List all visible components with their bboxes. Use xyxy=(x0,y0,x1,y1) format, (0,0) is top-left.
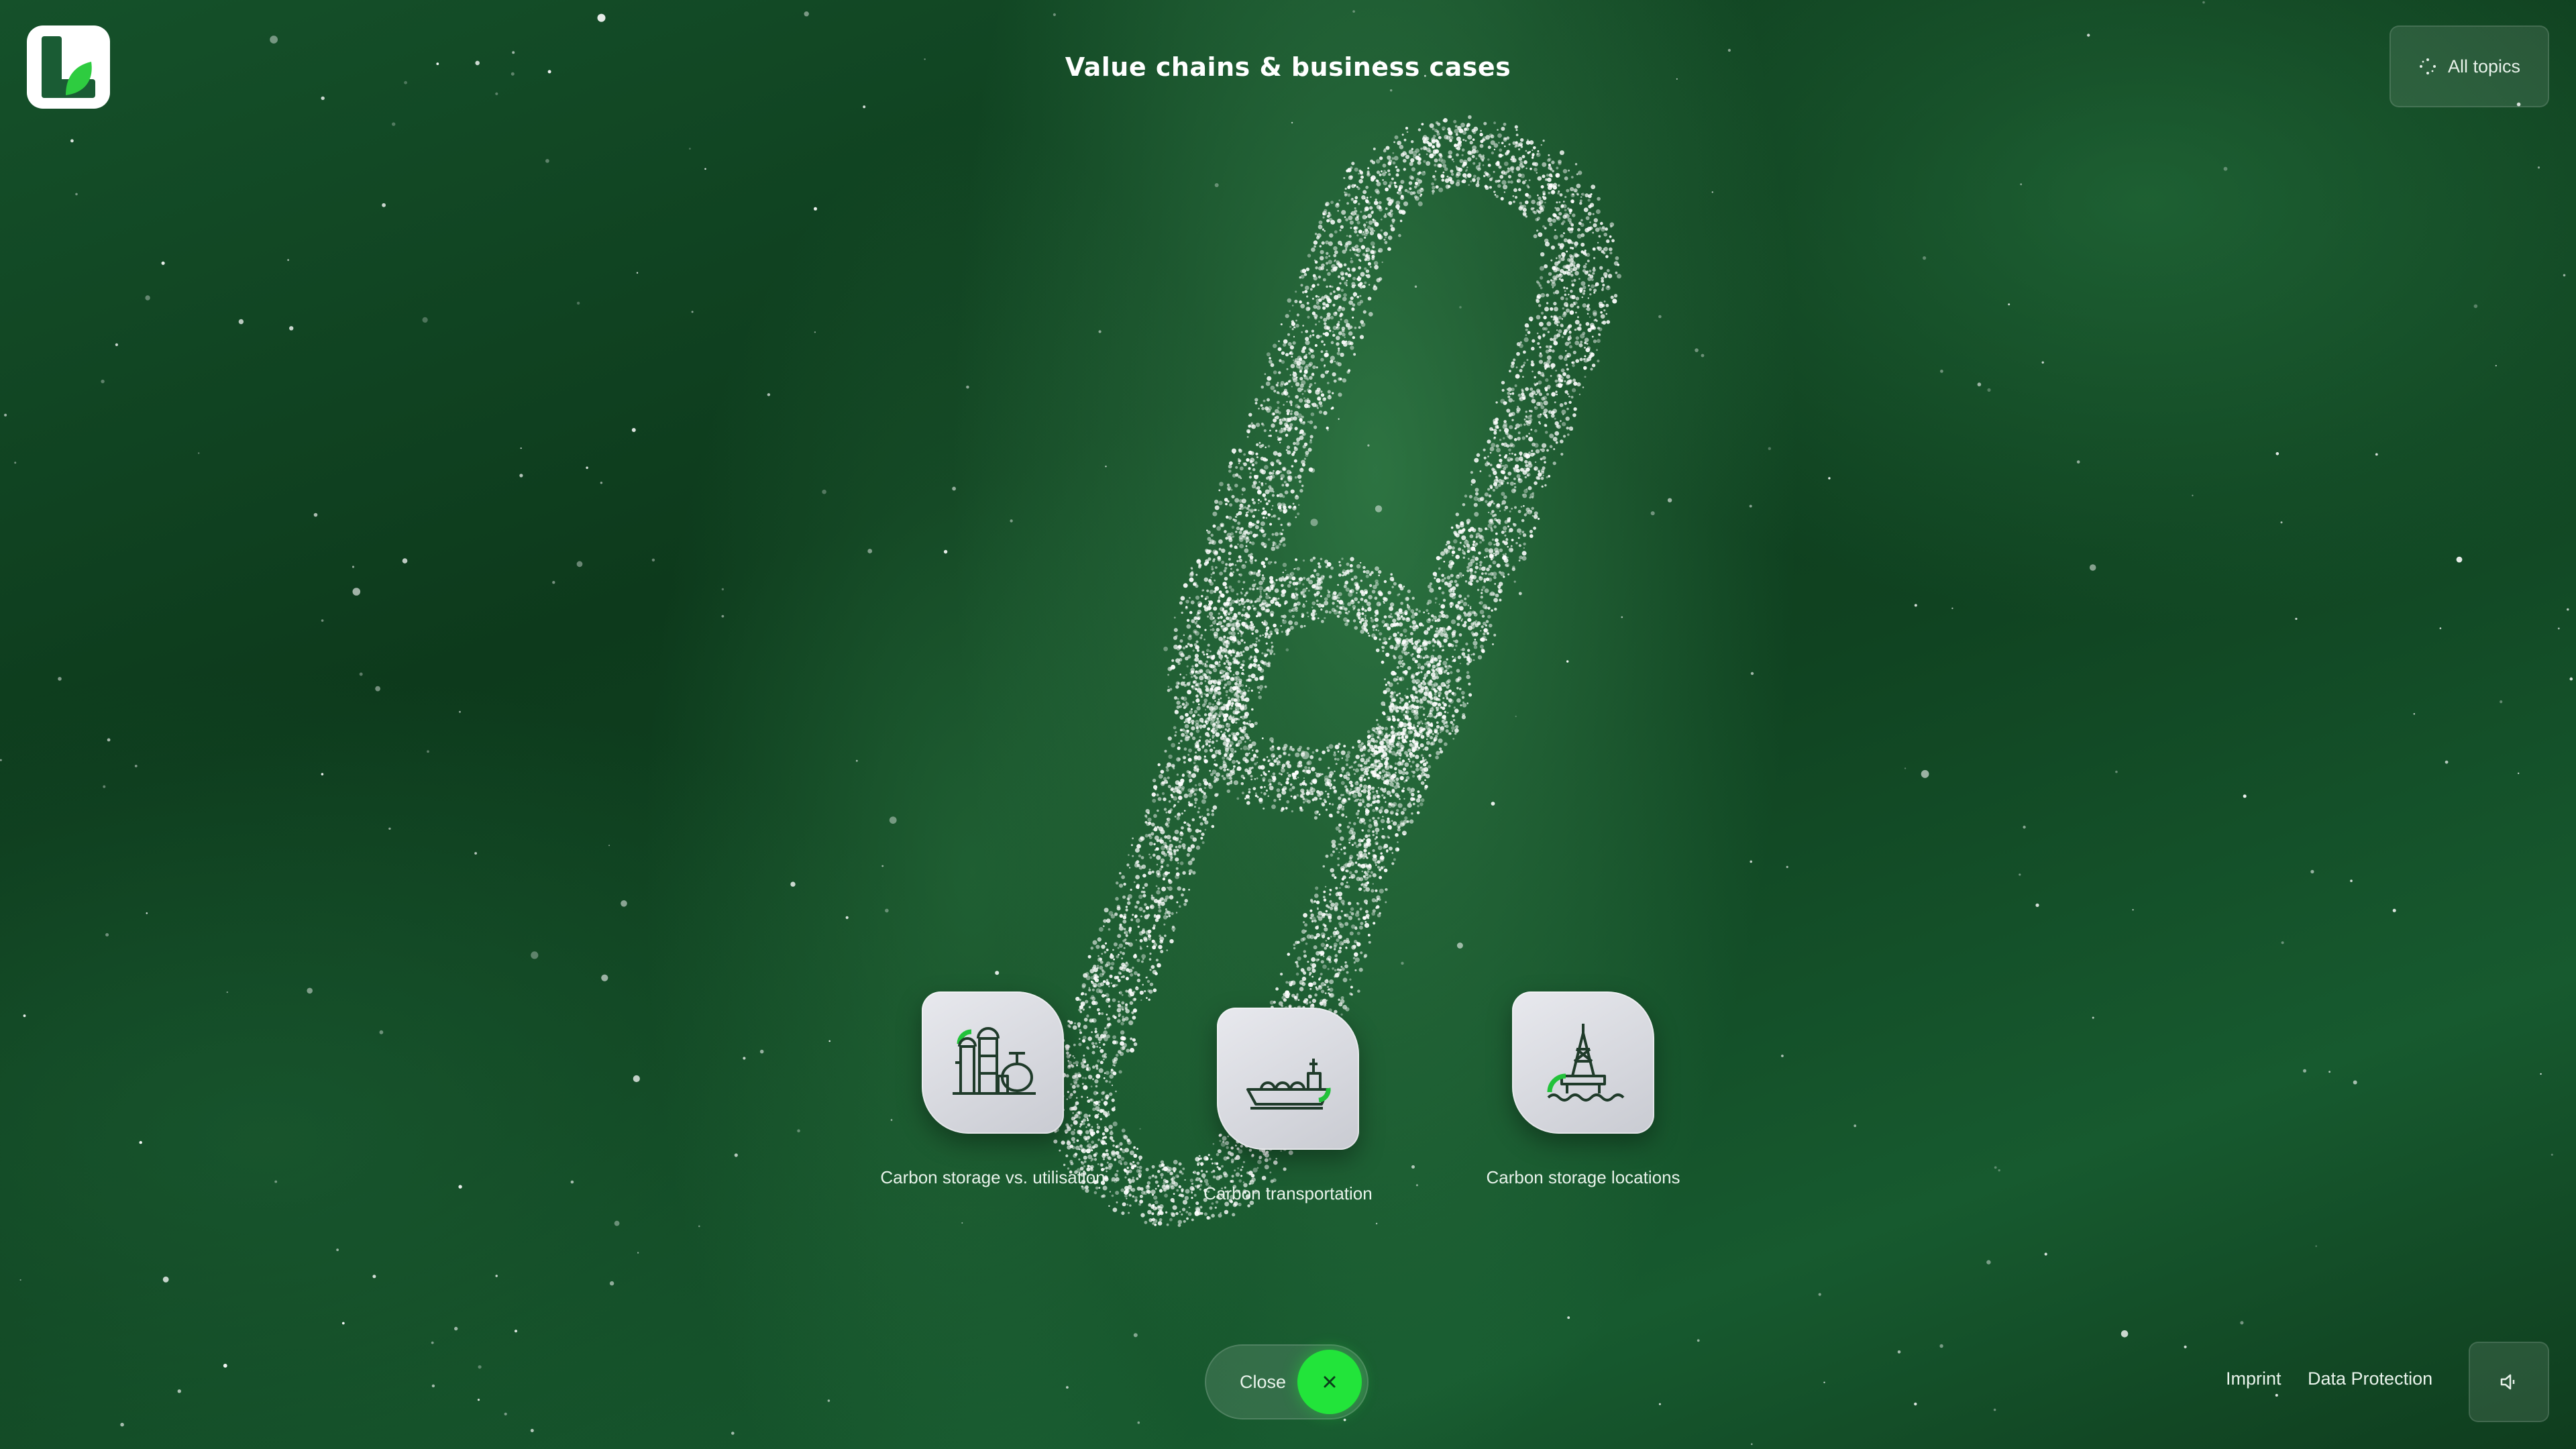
topic-tile[interactable] xyxy=(1512,991,1654,1134)
topic-carbon-storage-locations[interactable]: Carbon storage locations xyxy=(1436,991,1731,1188)
close-icon xyxy=(1324,1376,1336,1388)
topic-tile[interactable] xyxy=(1217,1008,1359,1150)
data-protection-link[interactable]: Data Protection xyxy=(2308,1368,2432,1389)
close-button[interactable]: Close xyxy=(1205,1344,1368,1419)
background-stars xyxy=(0,1,2573,1445)
topic-tile[interactable] xyxy=(922,991,1064,1134)
grid-dots-icon xyxy=(2418,57,2437,76)
particle-chain-visual xyxy=(0,1,2573,1445)
all-topics-button[interactable]: All topics xyxy=(2390,25,2549,107)
industrial-plant-icon xyxy=(953,1027,1036,1095)
close-circle-button[interactable] xyxy=(1297,1350,1362,1414)
page-title: Value chains & business cases xyxy=(1065,52,1511,82)
topic-label[interactable]: Carbon transportation xyxy=(1203,1183,1372,1204)
imprint-link[interactable]: Imprint xyxy=(2226,1368,2282,1389)
topic-carbon-storage-vs-utilisation[interactable]: Carbon storage vs. utilisation xyxy=(845,991,1140,1188)
tanker-ship-icon xyxy=(1246,1059,1331,1110)
speaker-muted-icon xyxy=(2500,1374,2515,1390)
offshore-rig-icon xyxy=(1547,1024,1625,1102)
topic-label[interactable]: Carbon storage vs. utilisation xyxy=(880,1167,1105,1188)
sound-toggle-button[interactable] xyxy=(2469,1342,2549,1422)
main-stage: Value chains & business cases All topics xyxy=(0,0,2576,1449)
topic-label[interactable]: Carbon storage locations xyxy=(1486,1167,1680,1188)
close-label: Close xyxy=(1240,1372,1287,1392)
topic-carbon-transportation[interactable]: Carbon transportation xyxy=(1140,1008,1436,1204)
all-topics-label: All topics xyxy=(2447,56,2521,76)
